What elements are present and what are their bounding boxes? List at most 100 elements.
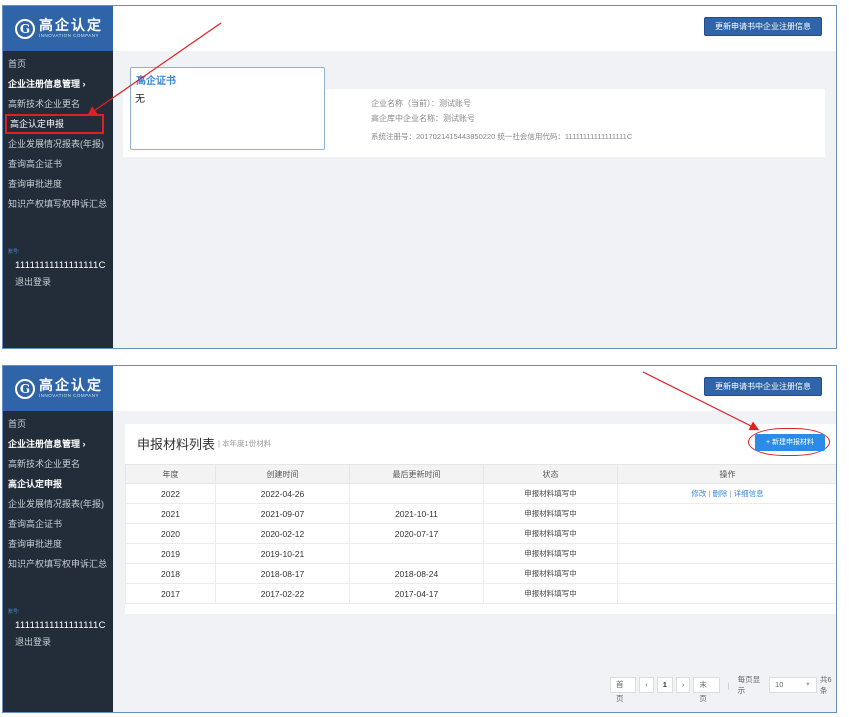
- cell-updated: 2021-10-11: [349, 503, 484, 524]
- sidebar-item-registration[interactable]: 企业注册信息管理 ›: [3, 434, 113, 454]
- cell-year: 2020: [125, 523, 216, 544]
- cell-updated: 2018-08-24: [349, 563, 484, 584]
- pager-next[interactable]: ›: [675, 677, 691, 693]
- sidebar-item-application[interactable]: 高企认定申报: [5, 114, 104, 134]
- sidebar-item-home[interactable]: 首页: [3, 54, 113, 74]
- screenshot-certificate-view: G 高企认定 INNOVATION COMPANY 首页 企业注册信息管理 › …: [2, 5, 837, 349]
- cell-updated: 2020-07-17: [349, 523, 484, 544]
- cell-status: 申报材料填写中: [483, 483, 618, 504]
- logo-name: 高企认定: [39, 377, 103, 393]
- sidebar-item-ip-appeal[interactable]: 知识产权填写权申诉汇总: [3, 554, 113, 574]
- cell-year: 2017: [125, 583, 216, 604]
- company-name-current: 企业名称（当前）：测试账号: [371, 99, 471, 108]
- sidebar-item-rename[interactable]: 高新技术企业更名: [3, 454, 113, 474]
- cell-status: 申报材料填写中: [483, 563, 618, 584]
- sidebar-item-home[interactable]: 首页: [3, 414, 113, 434]
- logo: G 高企认定 INNOVATION COMPANY: [3, 6, 113, 51]
- sidebar-item-progress[interactable]: 查询审批进度: [3, 174, 113, 194]
- registration-line: 系统注册号：20170214154438502​20 统一社会信用代码：1111…: [371, 132, 633, 141]
- cell-updated: [349, 483, 484, 504]
- per-page-value: 10: [775, 680, 784, 689]
- cell-created: 2019-10-21: [215, 543, 350, 564]
- logo-icon: G: [15, 378, 35, 399]
- pager-last[interactable]: 末页: [693, 677, 720, 703]
- cell-created: 2021-09-07: [215, 503, 350, 524]
- column-header-status: 状态: [483, 464, 618, 484]
- material-table: 年度 创建时间 最后更新时间 状态 操作 2022 2022-04-26 申报材…: [125, 464, 836, 604]
- sidebar: G 高企认定 INNOVATION COMPANY 首页 企业注册信息管理 › …: [3, 366, 113, 712]
- cell-status: 申报材料填写中: [483, 503, 618, 524]
- page-title: 申报材料列表: [137, 437, 216, 452]
- cell-year: 2018: [125, 563, 216, 584]
- pager-prev[interactable]: ‹: [639, 677, 654, 693]
- cell-actions: [617, 503, 836, 524]
- table-row: 2017 2017-02-22 2017-04-17 申报材料填写中: [125, 583, 836, 604]
- logo: G 高企认定 INNOVATION COMPANY: [3, 366, 113, 411]
- screenshot-material-list: G 高企认定 INNOVATION COMPANY 首页 企业注册信息管理 › …: [2, 365, 837, 713]
- cell-actions: [617, 583, 836, 604]
- sidebar-item-certificate[interactable]: 查询高企证书: [3, 514, 113, 534]
- cell-status: 申报材料填写中: [483, 583, 618, 604]
- per-page-select[interactable]: 10 ▼: [769, 677, 817, 693]
- pager-first[interactable]: 首页: [610, 677, 637, 703]
- column-header-year: 年度: [125, 464, 216, 484]
- certificate-box: 高企证书 无: [130, 67, 325, 150]
- cell-updated: 2017-04-17: [349, 583, 484, 604]
- table-row: 2018 2018-08-17 2018-08-24 申报材料填写中: [125, 563, 836, 584]
- edit-link[interactable]: 修改: [691, 489, 706, 498]
- delete-link[interactable]: 删除: [713, 489, 728, 498]
- cell-actions: [617, 543, 836, 564]
- sidebar-item-annual-report[interactable]: 企业发展情况报表(年报): [3, 494, 113, 514]
- cell-actions: 修改 | 删除 | 详细信息: [617, 483, 836, 504]
- cell-status: 申报材料填写中: [483, 543, 618, 564]
- account-label: 账号:: [8, 609, 20, 615]
- certificate-value: 无: [135, 94, 145, 105]
- chevron-down-icon: ▼: [804, 682, 811, 688]
- sidebar-item-annual-report[interactable]: 企业发展情况报表(年报): [3, 134, 113, 154]
- table-row: 2021 2021-09-07 2021-10-11 申报材料填写中: [125, 503, 836, 524]
- logo-subtitle: INNOVATION COMPANY: [39, 393, 100, 398]
- pager-current[interactable]: 1: [656, 677, 673, 693]
- material-list-panel: 申报材料列表 | 本年度1份材料 + 新建申报材料 年度 创建时间 最后更新时间…: [125, 424, 836, 703]
- logout-link[interactable]: 退出登录: [3, 274, 113, 290]
- pagination: 首页 ‹ 1 › 末页 | 每页显示 10 ▼ 共6条: [610, 674, 836, 703]
- sidebar-item-registration[interactable]: 企业注册信息管理 ›: [3, 74, 113, 94]
- new-button-highlight: + 新建申报材料: [748, 428, 830, 456]
- detail-link[interactable]: 详细信息: [734, 489, 764, 498]
- update-registration-button[interactable]: 更新申请书中企业注册信息: [704, 377, 822, 396]
- column-header-actions: 操作: [617, 464, 836, 484]
- sidebar-item-application[interactable]: 高企认定申报: [3, 474, 113, 494]
- logout-link[interactable]: 退出登录: [3, 634, 113, 650]
- column-header-created: 创建时间: [215, 464, 350, 484]
- account-label: 账号:: [8, 249, 20, 255]
- logo-name: 高企认定: [39, 17, 103, 33]
- material-count: | 本年度1份材料: [218, 439, 272, 448]
- per-page-label: 每页显示: [737, 675, 761, 695]
- sidebar-nav: 首页 企业注册信息管理 › 高新技术企业更名 高企认定申报 企业发展情况报表(年…: [3, 51, 113, 214]
- certificate-title: 高企证书: [136, 76, 176, 87]
- cell-actions: [617, 523, 836, 544]
- update-registration-button[interactable]: 更新申请书中企业注册信息: [704, 17, 822, 36]
- cell-year: 2022: [125, 483, 216, 504]
- sidebar-item-ip-appeal[interactable]: 知识产权填写权申诉汇总: [3, 194, 113, 214]
- sidebar-item-progress[interactable]: 查询审批进度: [3, 534, 113, 554]
- logo-subtitle: INNOVATION COMPANY: [39, 33, 100, 38]
- cell-updated: [349, 543, 484, 564]
- cell-created: 2018-08-17: [215, 563, 350, 584]
- table-row: 2020 2020-02-12 2020-07-17 申报材料填写中: [125, 523, 836, 544]
- account-value: 11111111111111111C: [15, 260, 106, 271]
- total-count: 共6条: [819, 675, 832, 695]
- sidebar-item-rename[interactable]: 高新技术企业更名: [3, 94, 113, 114]
- sidebar-item-certificate[interactable]: 查询高企证书: [3, 154, 113, 174]
- account-value: 11111111111111111C: [15, 620, 106, 631]
- top-bar: 更新申请书中企业注册信息: [113, 6, 836, 51]
- cell-created: 2017-02-22: [215, 583, 350, 604]
- cell-year: 2019: [125, 543, 216, 564]
- annotation-arrow-icon: [87, 22, 222, 116]
- cell-status: 申报材料填写中: [483, 523, 618, 544]
- cell-year: 2021: [125, 503, 216, 524]
- sidebar: G 高企认定 INNOVATION COMPANY 首页 企业注册信息管理 › …: [3, 6, 113, 348]
- new-material-button[interactable]: + 新建申报材料: [755, 434, 825, 451]
- column-header-updated: 最后更新时间: [349, 464, 484, 484]
- sidebar-nav: 首页 企业注册信息管理 › 高新技术企业更名 高企认定申报 企业发展情况报表(年…: [3, 411, 113, 574]
